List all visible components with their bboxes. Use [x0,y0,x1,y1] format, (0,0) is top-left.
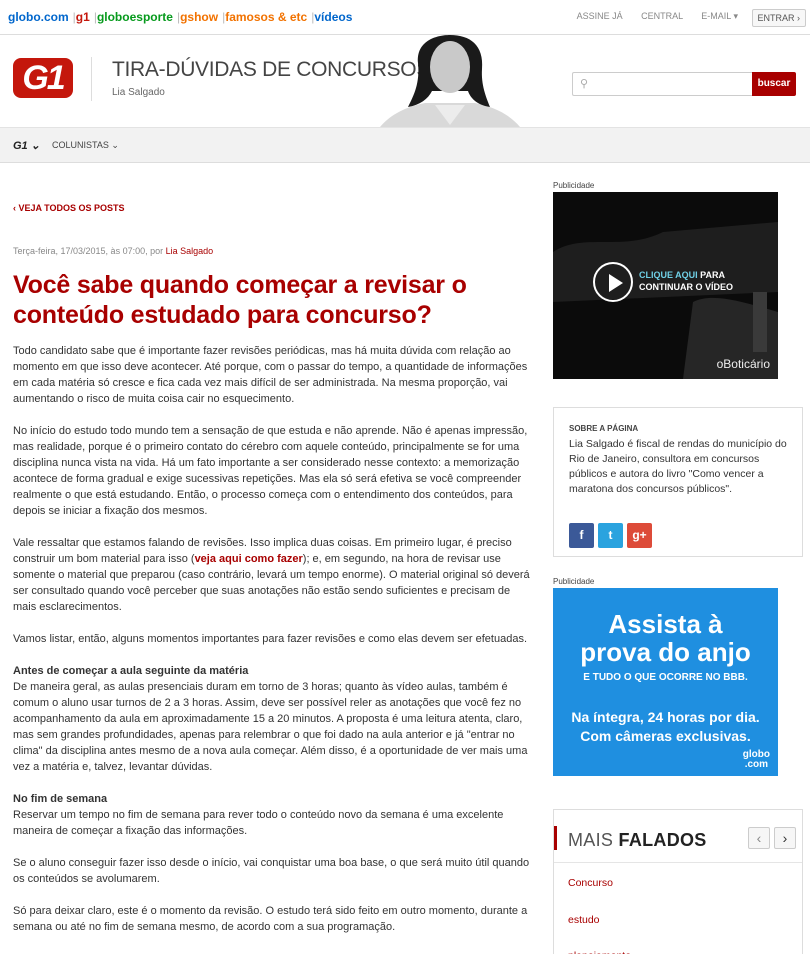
nav-g1-menu[interactable]: G1 ⌄ [13,139,40,152]
navigation-bar: G1 ⌄ COLUNISTAS ⌄ [0,127,810,163]
twitter-share-button[interactable]: t [598,523,623,548]
site-link-famosos[interactable]: famosos & etc [225,10,307,24]
post-meta: Terça-feira, 17/03/2015, às 07:00, por L… [13,246,213,256]
site-link-g1[interactable]: g1 [76,10,90,24]
post-date: Terça-feira, 17/03/2015, às 07:00, por [13,246,166,256]
ad-text: Na íntegra, 24 horas por dia. Com câmeras… [553,708,778,746]
entrar-button[interactable]: ENTRAR › [751,9,806,27]
ad-cta-text: PARA [697,270,726,280]
header-divider [91,57,92,101]
logo-text: .com [744,759,769,770]
ad-label: Publicidade [553,577,595,586]
about-page-box: SOBRE A PÁGINA Lia Salgado é fiscal de r… [553,407,803,557]
facebook-share-button[interactable]: f [569,523,594,548]
mais-falados-title: MAIS FALADOS [568,830,707,851]
central-link[interactable]: CENTRAL [641,11,683,21]
accent-bar [554,826,557,850]
article-headline: Você sabe quando começar a revisar o con… [13,271,467,329]
ad-brand-logo: oBoticário [716,357,770,371]
paragraph: Só para deixar claro, este é o momento d… [13,905,528,933]
nav-colunistas-menu[interactable]: COLUNISTAS ⌄ [52,140,119,151]
globo-com-logo: globo .com [743,750,770,770]
mais-falados-box: MAIS FALADOS ‹ › Concurso estudo planeja… [553,809,803,954]
paragraph-text: De maneira geral, as aulas presenciais d… [13,681,528,773]
ad-text-line: Com câmeras exclusivas. [580,728,751,744]
sites-menu: globo.com |g1 |globoesporte |gshow |famosos … [8,10,352,24]
prev-arrow-icon[interactable]: ‹ [748,827,770,849]
paragraph: Se o aluno conseguir fazer isso desde o … [13,857,530,885]
divider [554,862,802,863]
paragraph: Todo candidato sabe que é importante faz… [13,345,528,405]
ad-cta-text: CONTINUAR O VÍDEO [639,282,734,292]
site-link-globoesporte[interactable]: globoesporte [97,10,173,24]
site-link-videos[interactable]: vídeos [314,10,352,24]
veja-aqui-link[interactable]: veja aqui como fazer [195,553,303,565]
paragraph-text: Reservar um tempo no fim de semana para … [13,809,504,837]
tag-link[interactable]: Concurso [568,877,613,889]
author-portrait [380,35,520,127]
tag-link[interactable]: estudo [568,914,600,926]
site-link-gshow[interactable]: gshow [180,10,218,24]
gplus-share-button[interactable]: g+ [627,523,652,548]
paragraph: Vamos listar, então, alguns momentos imp… [13,633,527,645]
paragraph: No início do estudo todo mundo tem a sen… [13,425,528,517]
paragraph: Vale ressaltar que estamos falando de re… [13,535,535,615]
ad-text-line: Na íntegra, 24 horas por dia. [571,709,760,725]
ad-headline: Assista à [608,609,723,639]
blog-header: G1 TIRA-DÚVIDAS DE CONCURSOS Lia Salgado… [0,35,810,127]
email-link[interactable]: E-MAIL ▾ [701,11,738,21]
site-link-globo[interactable]: globo.com [8,10,69,24]
about-text: Lia Salgado é fiscal de rendas do municí… [569,438,787,495]
g1-logo[interactable]: G1 [13,58,73,98]
post-author-link[interactable]: Lia Salgado [166,246,214,256]
section: Antes de começar a aula seguinte da maté… [13,663,535,775]
ad-label: Publicidade [553,181,595,190]
play-icon[interactable] [593,262,633,302]
section-heading: No fim de semana [13,793,108,805]
search-button[interactable]: buscar [752,72,796,96]
ad-headline: prova do anjo [580,637,751,667]
blog-author: Lia Salgado [112,87,165,98]
next-arrow-icon[interactable]: › [774,827,796,849]
search-icon: ⚲ [580,78,589,90]
title-light: MAIS [568,830,619,850]
tag-link[interactable]: planejamento [568,950,631,954]
ad-subheadline: E TUDO O QUE OCORRE NO BBB. [583,672,748,683]
article-body: Todo candidato sabe que é importante faz… [13,343,535,951]
ad-cta-highlight: CLIQUE AQUI [639,270,698,280]
search-input[interactable]: ⚲ [572,72,752,96]
globo-topbar: globo.com |g1 |globoesporte |gshow |famosos … [0,0,810,35]
section: No fim de semana Reservar um tempo no fim… [13,791,535,839]
ad-cta[interactable]: CLIQUE AQUI PARA CONTINUAR O VÍDEO [639,269,733,293]
title-bold: FALADOS [618,830,707,850]
account-links: ASSINE JÁ CENTRAL E-MAIL ▾ [561,11,738,22]
assine-link[interactable]: ASSINE JÁ [577,11,623,21]
about-title: SOBRE A PÁGINA [569,424,639,433]
bbb-ad[interactable]: Assista à prova do anjo E TUDO O QUE OCO… [553,588,778,776]
section-heading: Antes de começar a aula seguinte da maté… [13,665,249,677]
video-ad[interactable]: CLIQUE AQUI PARA CONTINUAR O VÍDEO oBotic… [553,192,778,379]
back-to-posts-link[interactable]: ‹ VEJA TODOS OS POSTS [13,203,125,213]
